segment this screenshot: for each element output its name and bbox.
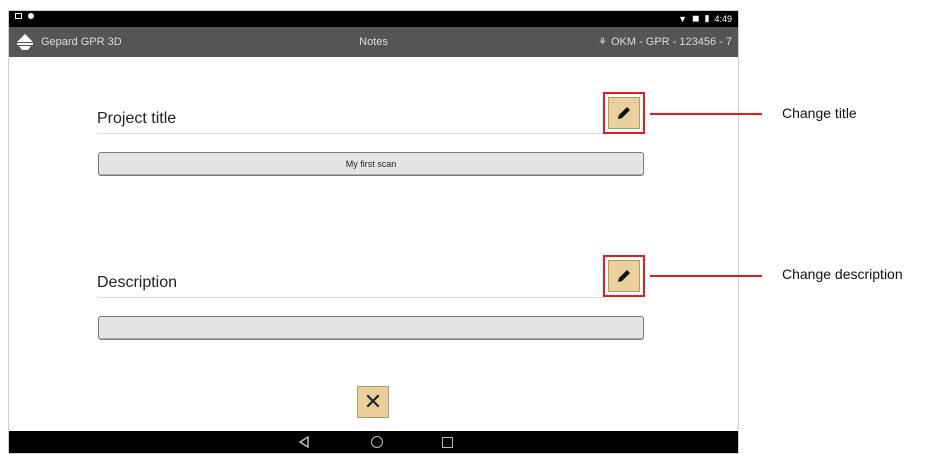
notification-dot-icon <box>28 13 34 19</box>
screenshot-icon <box>15 13 22 19</box>
change-description-callout-line <box>650 275 762 277</box>
home-icon[interactable] <box>371 436 383 448</box>
description-divider <box>97 297 604 298</box>
device-id-label: OKM - GPR - 123456 - 7 <box>610 36 732 48</box>
recent-apps-icon[interactable] <box>442 437 453 448</box>
description-label: Description <box>97 274 178 291</box>
change-title-callout: Change title <box>782 105 857 121</box>
change-title-callout-line <box>650 113 762 115</box>
battery-icon: ▮ <box>704 13 710 23</box>
project-title-label: Project title <box>97 110 177 127</box>
description-field[interactable] <box>98 316 644 340</box>
pencil-icon <box>618 270 630 282</box>
close-icon: ✕ <box>363 389 383 414</box>
status-notifications <box>15 13 34 19</box>
project-title-field[interactable]: My first scan <box>98 152 644 176</box>
close-button[interactable]: ✕ <box>357 386 389 418</box>
project-title-divider <box>97 133 604 134</box>
pencil-icon <box>618 107 630 119</box>
back-icon[interactable] <box>298 436 310 448</box>
status-time: 4:49 <box>714 13 732 24</box>
status-bar: ▼ ◼ ▮ 4:49 <box>9 11 738 27</box>
change-title-button[interactable] <box>603 92 645 134</box>
change-description-button[interactable] <box>603 255 645 297</box>
tablet-screen: ▼ ◼ ▮ 4:49 Gepard GPR 3D Notes ⚘ OKM - G… <box>8 10 739 454</box>
app-bar: Gepard GPR 3D Notes ⚘ OKM - GPR - 123456… <box>9 27 738 57</box>
status-system: ▼ ◼ ▮ 4:49 <box>678 13 732 24</box>
navigation-bar <box>9 431 738 453</box>
change-title-button-face <box>608 97 640 129</box>
device-connection[interactable]: ⚘ OKM - GPR - 123456 - 7 <box>598 36 732 48</box>
wifi-icon: ▼ <box>678 13 688 24</box>
paw-icon: ⚘ <box>597 36 607 48</box>
change-description-callout: Change description <box>782 266 903 282</box>
signal-icon: ◼ <box>692 13 700 23</box>
change-description-button-face <box>608 260 640 292</box>
